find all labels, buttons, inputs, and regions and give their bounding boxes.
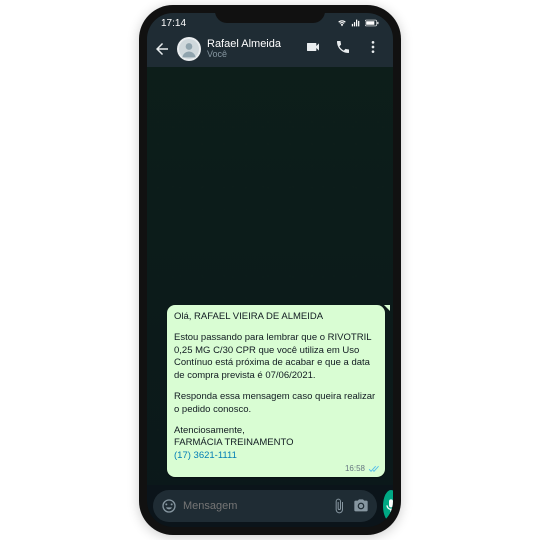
status-time: 17:14 xyxy=(161,18,186,29)
contact-info[interactable]: Rafael Almeida Você xyxy=(207,38,299,60)
message-signoff: Atenciosamente, xyxy=(174,425,245,436)
chat-area[interactable]: Olá, RAFAEL VIEIRA DE ALMEIDA Estou pass… xyxy=(147,67,393,485)
message-body: Estou passando para lembrar que o RIVOTR… xyxy=(174,332,378,383)
chat-header: Rafael Almeida Você xyxy=(147,33,393,67)
message-reply-prompt: Responda essa mensagem caso queira reali… xyxy=(174,391,378,417)
phone-frame: 17:14 Rafael Almeida Você xyxy=(139,5,401,535)
message-input-container[interactable] xyxy=(153,490,377,522)
message-sender: FARMÁCIA TREINAMENTO xyxy=(174,437,293,448)
emoji-icon[interactable] xyxy=(161,498,177,514)
message-input[interactable] xyxy=(183,500,325,512)
battery-icon xyxy=(365,18,379,28)
message-meta: 16:58 xyxy=(345,464,379,475)
read-receipt-icon xyxy=(367,465,379,474)
message-phone-link[interactable]: (17) 3621-1111 xyxy=(174,450,237,461)
screen: 17:14 Rafael Almeida Você xyxy=(147,13,393,527)
phone-notch xyxy=(215,5,325,23)
contact-subtitle: Você xyxy=(207,50,299,60)
wifi-icon xyxy=(337,18,347,28)
message-greeting: Olá, RAFAEL VIEIRA DE ALMEIDA xyxy=(174,311,378,324)
more-options-button[interactable] xyxy=(365,39,381,60)
signal-icon xyxy=(351,18,361,28)
outgoing-message[interactable]: Olá, RAFAEL VIEIRA DE ALMEIDA Estou pass… xyxy=(167,305,385,477)
back-button[interactable] xyxy=(153,40,171,58)
message-signature: Atenciosamente, FARMÁCIA TREINAMENTO (17… xyxy=(174,425,378,463)
avatar[interactable] xyxy=(177,37,201,61)
voice-call-button[interactable] xyxy=(335,39,351,60)
status-icons xyxy=(337,18,379,28)
mic-button[interactable] xyxy=(383,490,393,522)
camera-icon[interactable] xyxy=(353,498,369,514)
attach-icon[interactable] xyxy=(331,498,347,514)
message-time: 16:58 xyxy=(345,464,365,475)
input-bar xyxy=(147,485,393,527)
video-call-button[interactable] xyxy=(305,39,321,60)
